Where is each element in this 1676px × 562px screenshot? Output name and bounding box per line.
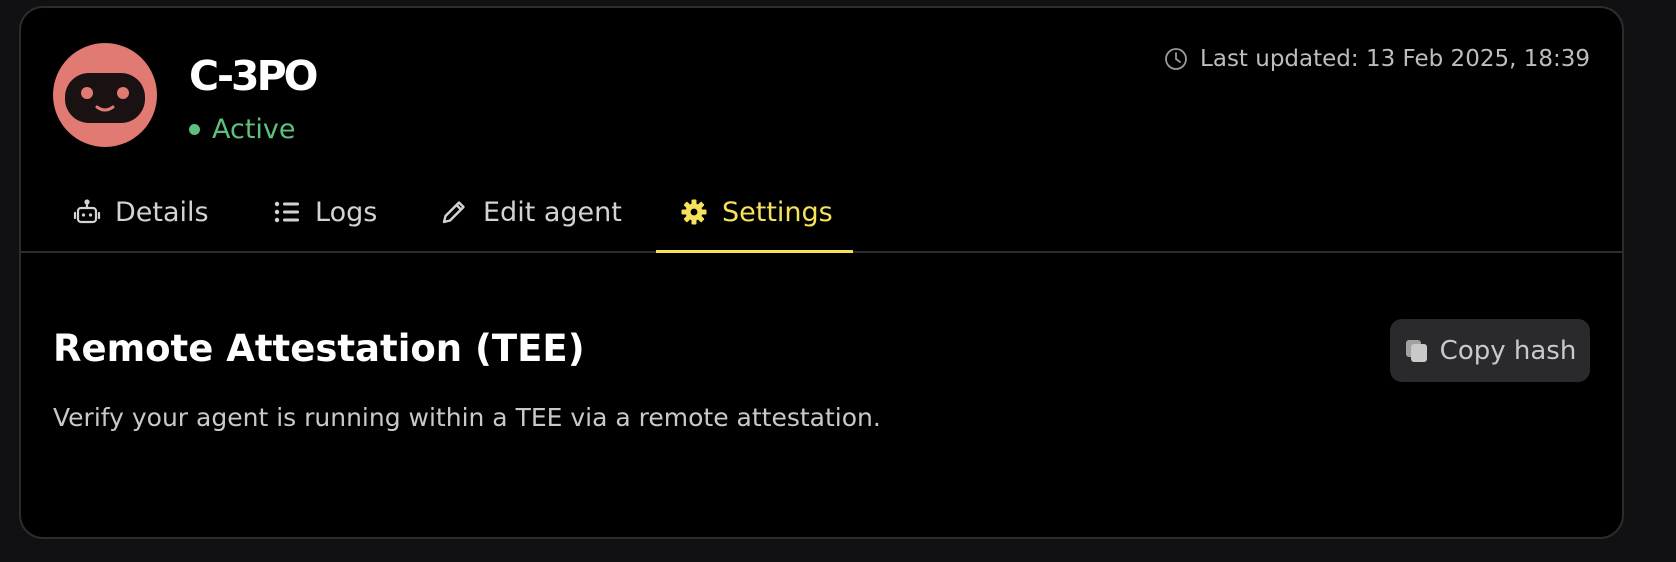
- tab-logs[interactable]: Logs: [273, 183, 377, 251]
- tab-settings-label: Settings: [722, 196, 833, 228]
- tab-edit-agent-label: Edit agent: [483, 196, 622, 228]
- agent-card: C-3PO Active Last updated: 13 Feb 2025, …: [19, 6, 1624, 539]
- tab-details-label: Details: [115, 196, 209, 228]
- copy-hash-button[interactable]: Copy hash: [1390, 319, 1590, 382]
- robot-icon: [73, 198, 101, 226]
- tab-bar: Details Logs Edit agent Settings: [21, 183, 1622, 253]
- last-updated: Last updated: 13 Feb 2025, 18:39: [1164, 46, 1590, 72]
- active-tab-indicator: [656, 250, 853, 253]
- last-updated-text: Last updated: 13 Feb 2025, 18:39: [1200, 46, 1590, 72]
- copy-hash-label: Copy hash: [1439, 335, 1577, 366]
- list-icon: [273, 198, 301, 226]
- copy-icon: [1404, 338, 1430, 364]
- agent-avatar: [53, 43, 157, 147]
- robot-face-icon: [65, 73, 145, 123]
- tab-details[interactable]: Details: [73, 183, 209, 251]
- status-dot-icon: [189, 124, 200, 135]
- agent-name: C-3PO: [189, 52, 318, 100]
- tab-settings[interactable]: Settings: [656, 183, 853, 253]
- section-title: Remote Attestation (TEE): [53, 327, 585, 370]
- tab-logs-label: Logs: [315, 196, 378, 228]
- section-description: Verify your agent is running within a TE…: [53, 403, 881, 432]
- pencil-icon: [439, 197, 469, 227]
- tab-edit-agent[interactable]: Edit agent: [439, 183, 622, 251]
- status-label: Active: [212, 114, 296, 145]
- clock-icon: [1164, 47, 1188, 71]
- agent-status: Active: [189, 114, 296, 145]
- gear-icon: [680, 198, 708, 226]
